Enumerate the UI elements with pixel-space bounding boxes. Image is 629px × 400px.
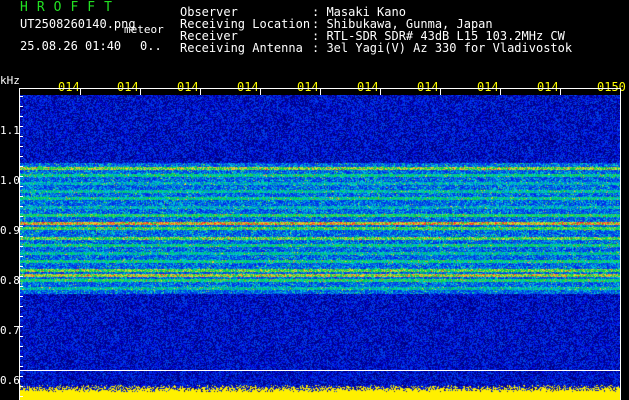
y-tick-label: 0.9 — [0, 224, 20, 237]
status-glyph: 0.. — [140, 39, 162, 53]
x-tick-label: 014 — [237, 80, 259, 94]
x-tick-label: 014 — [417, 80, 439, 94]
capture-datetime: 25.08.26 01:40 — [20, 39, 122, 53]
meteor-label: meteor — [124, 23, 164, 36]
x-tick-label: 014 — [357, 80, 379, 94]
y-tick-label: 0.7 — [0, 324, 20, 337]
antenna-label: Receiving Antenna — [180, 41, 303, 55]
x-tick-label: 014 — [537, 80, 559, 94]
spectrogram-waterfall — [20, 95, 620, 400]
y-tick-label: 0.8 — [0, 274, 20, 287]
hrofft-brand: HROFFT — [20, 0, 121, 15]
antenna-value: : 3el Yagi(V) Az 330 for Vladivostok — [312, 41, 573, 55]
x-tick-label: 014 — [297, 80, 319, 94]
x-tick-label: 014 — [117, 80, 139, 94]
x-tick-label: 014 — [177, 80, 199, 94]
y-tick-label: 1.0 — [0, 174, 20, 187]
x-tick-label: 014 — [58, 80, 80, 94]
image-filename: UT2508260140.png — [20, 17, 136, 31]
unit-label: kHz — [0, 74, 20, 87]
y-tick-label: 1.1 — [0, 124, 20, 137]
x-tick-label: 0150 — [597, 80, 626, 94]
y-tick-label: 0.6 — [0, 374, 20, 387]
x-tick-label: 014 — [477, 80, 499, 94]
